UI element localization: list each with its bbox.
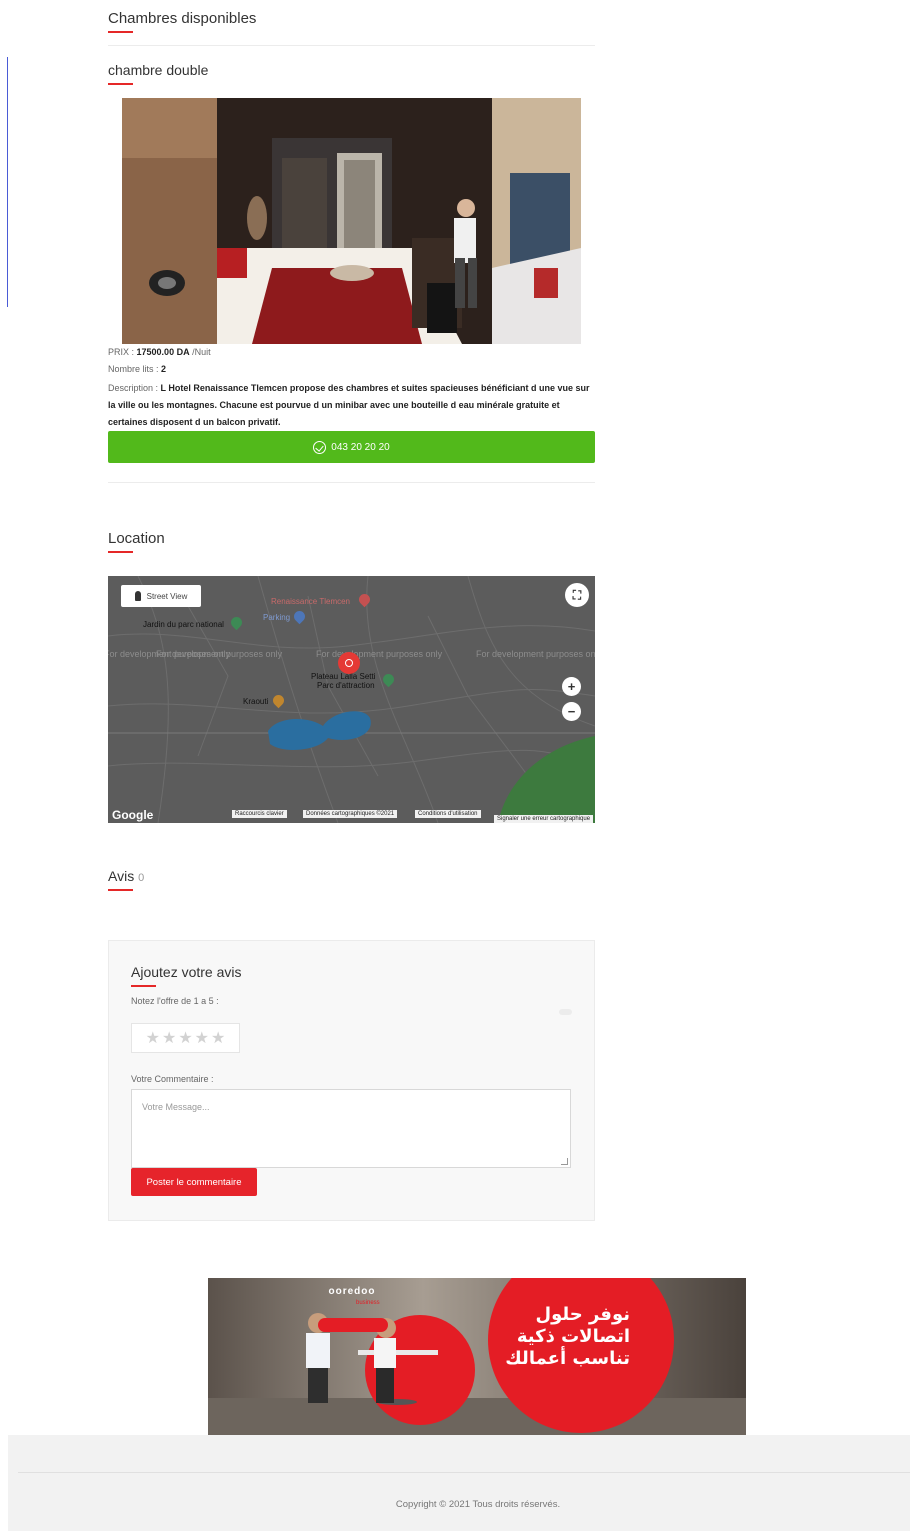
- phone-number: 043 20 20 20: [331, 441, 390, 453]
- banner-text: نوفر حلول اتصالات ذكية تناسب أعمالك: [505, 1304, 630, 1369]
- review-form-title: Ajoutez votre avis: [131, 964, 242, 980]
- star-icon[interactable]: ★: [211, 1028, 225, 1048]
- star-icon[interactable]: ★: [162, 1028, 176, 1048]
- post-comment-button[interactable]: Poster le commentaire: [131, 1168, 257, 1196]
- title-underline: [108, 551, 133, 553]
- reviews-title: Avis 0: [108, 868, 145, 884]
- comment-label: Votre Commentaire :: [131, 1074, 214, 1084]
- resize-handle-icon[interactable]: [561, 1158, 568, 1165]
- zoom-in-button[interactable]: +: [562, 677, 581, 696]
- room-name: chambre double: [108, 62, 209, 78]
- brand-logo: ooredoo: [328, 1286, 376, 1297]
- poi-label[interactable]: Jardin du parc national: [143, 620, 224, 629]
- divider: [108, 482, 595, 483]
- left-edge-line: [7, 57, 8, 307]
- title-underline: [108, 83, 133, 85]
- shortcuts-link[interactable]: Raccourcis clavier: [232, 810, 287, 818]
- poi-label[interactable]: Plateau Lalla Setti Parc d'attraction: [311, 672, 376, 690]
- description-text: L Hotel Renaissance Tlemcen propose des …: [108, 383, 590, 427]
- title-underline: [131, 985, 156, 987]
- rating-label: Notez l'offre de 1 a 5 :: [131, 996, 219, 1006]
- zoom-out-button[interactable]: −: [562, 702, 581, 721]
- footer-divider: [18, 1472, 910, 1473]
- star-icon[interactable]: ★: [195, 1028, 209, 1048]
- brand-sub: business: [356, 1300, 380, 1306]
- title-underline: [108, 889, 133, 891]
- room-description: Description : L Hotel Renaissance Tlemce…: [108, 383, 590, 427]
- divider: [108, 45, 595, 46]
- location-pin-icon[interactable]: [338, 652, 360, 674]
- room-photo[interactable]: [122, 98, 581, 344]
- poi-label[interactable]: Renaissance Tlemcen: [271, 597, 350, 606]
- street-view-button[interactable]: Street View: [121, 585, 201, 607]
- google-logo: Google: [112, 808, 154, 822]
- map-footer: Google Raccourcis clavier Données cartog…: [108, 808, 595, 823]
- star-icon[interactable]: ★: [178, 1028, 192, 1048]
- rooms-section-title: Chambres disponibles: [108, 10, 257, 27]
- report-link[interactable]: Signaler une erreur cartographique: [494, 815, 594, 823]
- dev-watermark: For development purposes only: [316, 649, 443, 659]
- star-rating[interactable]: ★ ★ ★ ★ ★: [131, 1023, 240, 1053]
- map-data-link[interactable]: Données cartographiques ©2021: [303, 810, 398, 818]
- dev-watermark: For development purposes only: [156, 649, 283, 659]
- fullscreen-icon[interactable]: ⛶: [565, 583, 589, 607]
- price-unit: /Nuit: [192, 347, 211, 357]
- price-value: 17500.00 DA: [136, 347, 190, 357]
- form-spinner: [559, 1009, 572, 1015]
- footer: Copyright © 2021 Tous droits réservés.: [8, 1435, 910, 1531]
- terms-link[interactable]: Conditions d'utilisation: [415, 810, 481, 818]
- ad-banner[interactable]: ooredoo business نوفر حلول اتصالات ذكية …: [208, 1278, 746, 1436]
- dev-watermark: For development purposes only: [476, 649, 595, 659]
- title-underline: [108, 31, 133, 33]
- check-circle-icon: [313, 440, 327, 454]
- pegman-icon: [134, 591, 141, 601]
- location-title: Location: [108, 530, 165, 547]
- star-icon[interactable]: ★: [146, 1028, 160, 1048]
- room-price: PRIX : 17500.00 DA /Nuit: [108, 347, 211, 357]
- poi-label[interactable]: Kraouti: [243, 697, 268, 706]
- location-map[interactable]: For development purposes only For develo…: [108, 576, 595, 823]
- comment-textarea[interactable]: Votre Message...: [131, 1089, 571, 1168]
- call-button[interactable]: 043 20 20 20: [108, 431, 595, 463]
- room-beds: Nombre lits : 2: [108, 364, 167, 374]
- poi-label[interactable]: Parking: [263, 613, 290, 622]
- reviews-count: 0: [138, 872, 145, 884]
- beds-value: 2: [161, 364, 167, 374]
- copyright: Copyright © 2021 Tous droits réservés.: [395, 1499, 561, 1510]
